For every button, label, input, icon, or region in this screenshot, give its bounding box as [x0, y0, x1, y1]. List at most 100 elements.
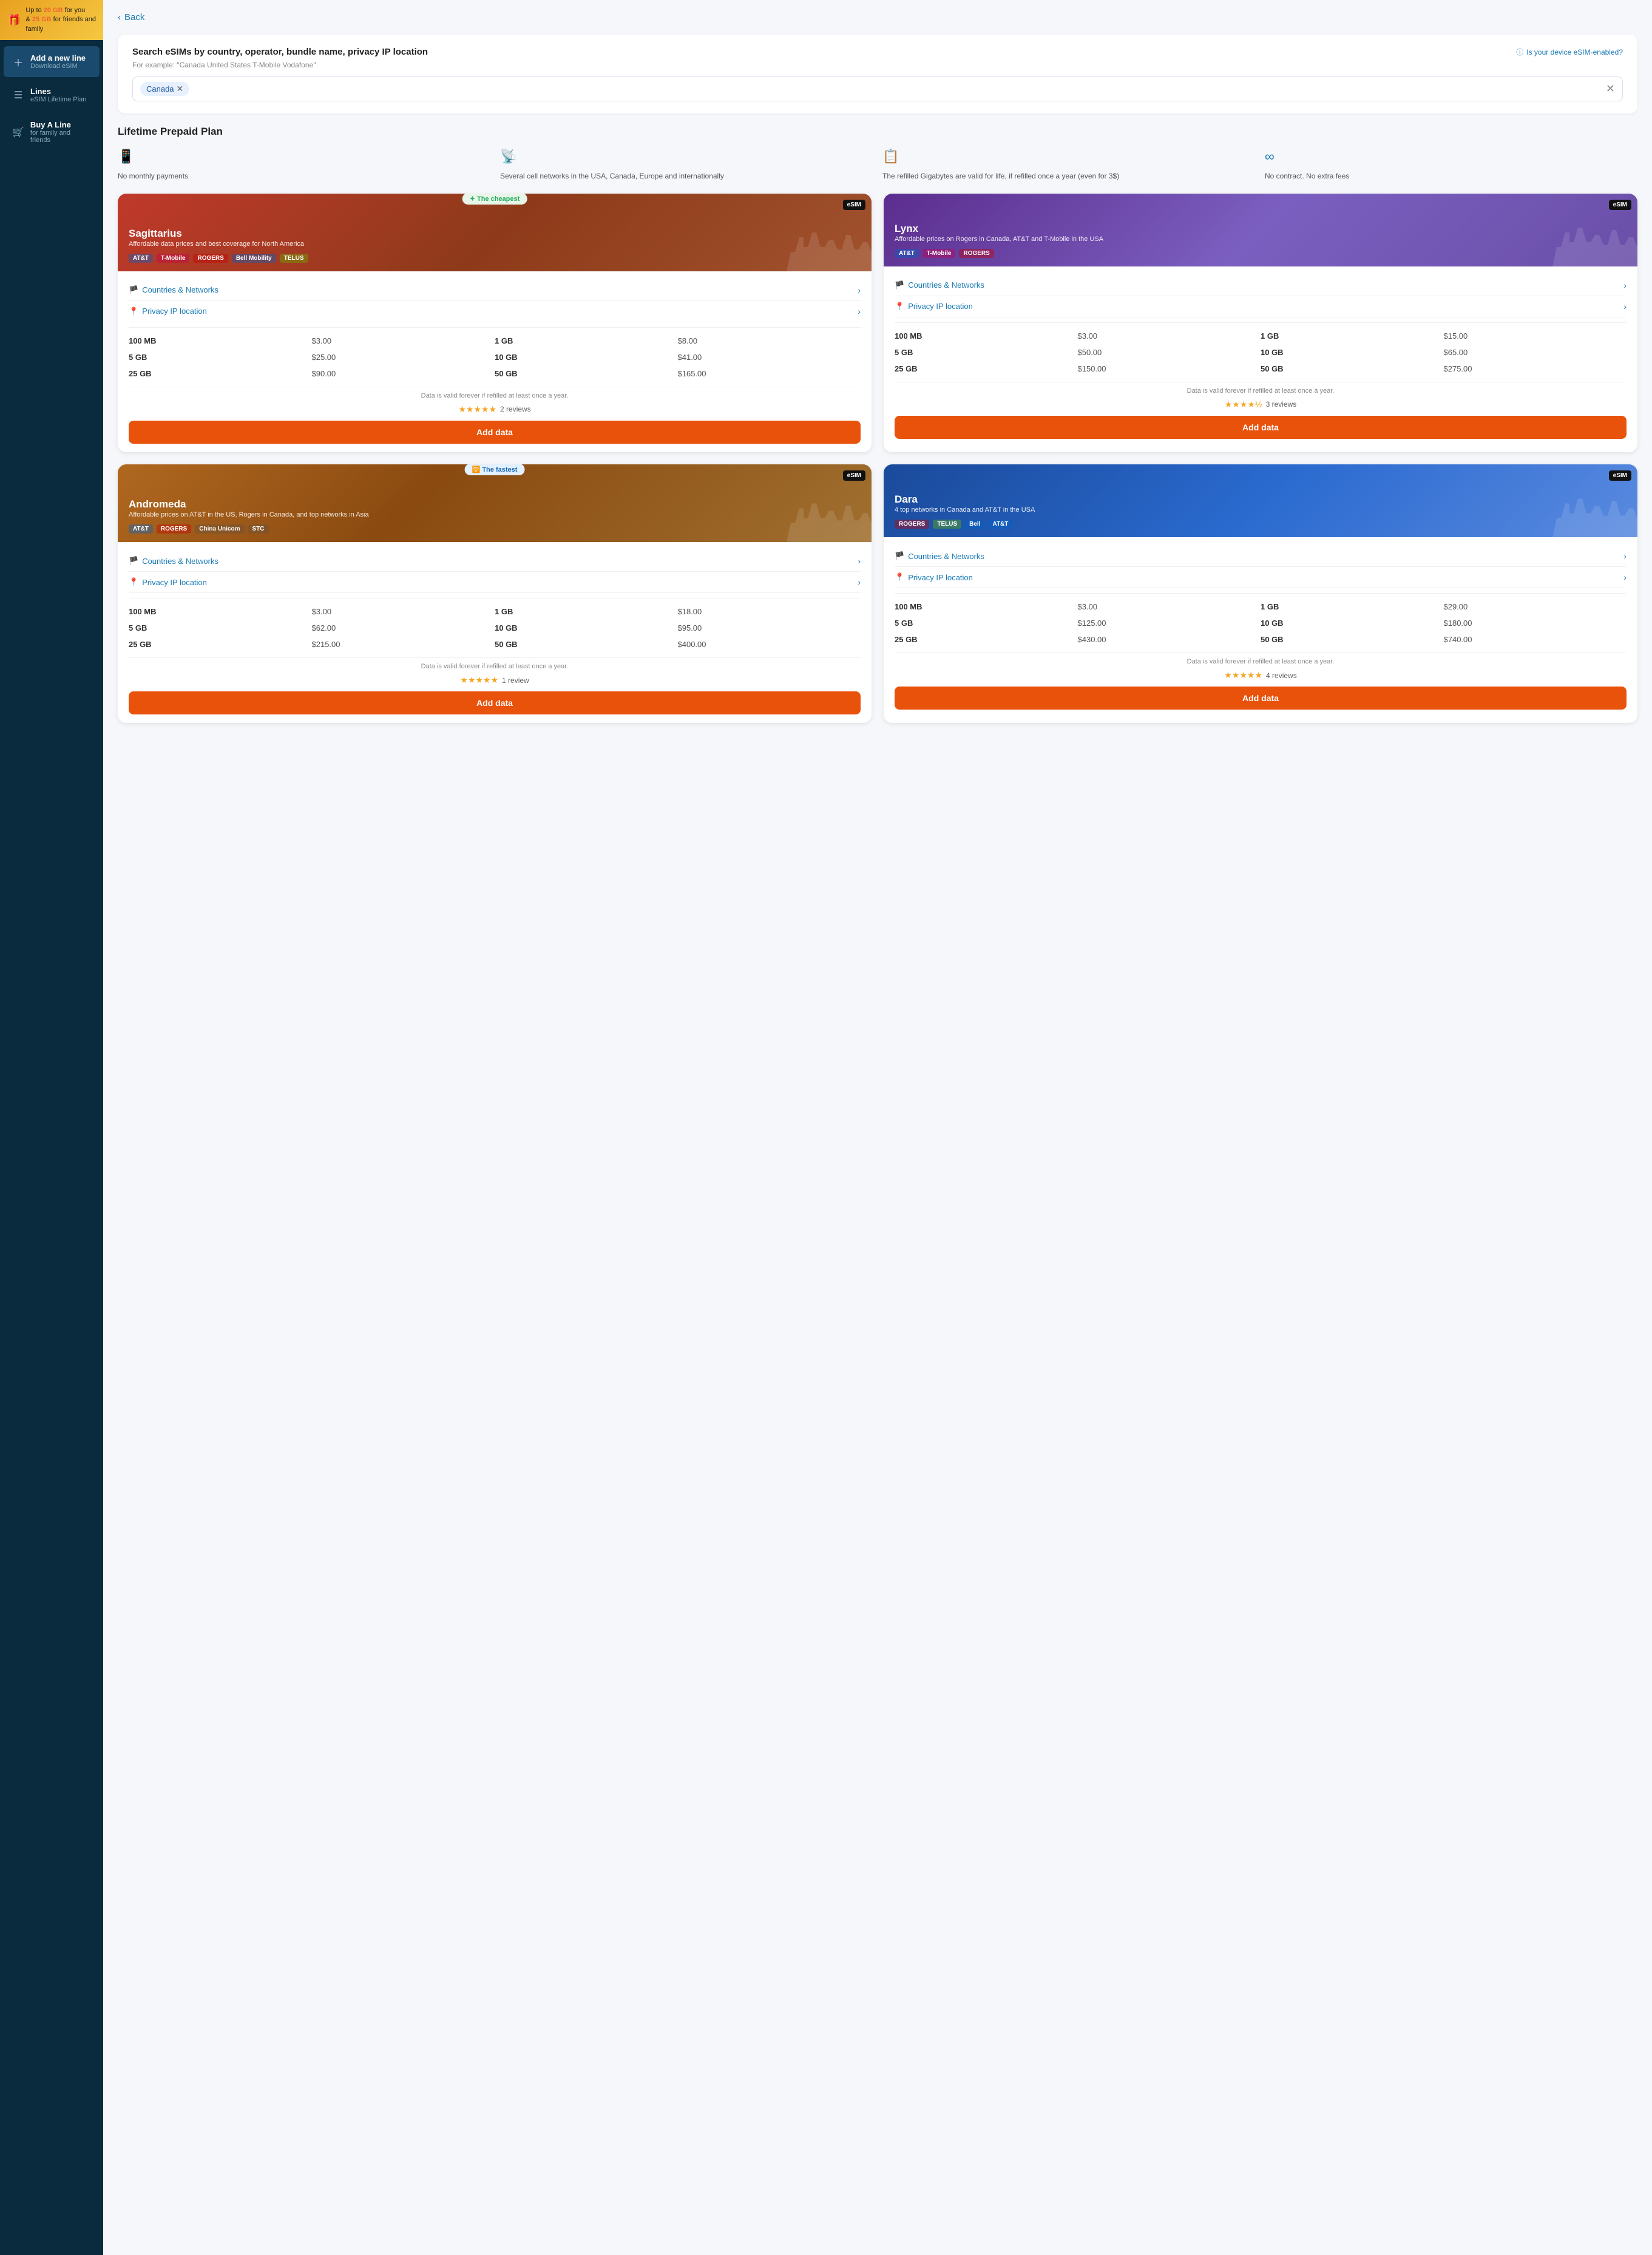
- privacy-ip-link-andromeda[interactable]: 📍 Privacy IP location ›: [129, 572, 861, 593]
- network-att-lynx: AT&T: [895, 249, 919, 258]
- remove-tag-button[interactable]: ✕: [177, 84, 184, 94]
- price-50gb-label-dara: 50 GB: [1261, 632, 1444, 646]
- network-rogers-dara: ROGERS: [895, 520, 929, 529]
- privacy-ip-link-dara[interactable]: 📍 Privacy IP location ›: [895, 567, 1627, 588]
- countries-networks-link-andromeda[interactable]: 🏴 Countries & Networks ›: [129, 551, 861, 572]
- add-data-button-andromeda[interactable]: Add data: [129, 691, 861, 714]
- card-lynx: eSIM Lynx Affordable prices on Rogers in…: [884, 194, 1637, 452]
- doc-icon: 📋: [882, 148, 899, 166]
- search-header: Search eSIMs by country, operator, bundl…: [132, 47, 1623, 57]
- price-25gb-label-dara: 25 GB: [895, 632, 1078, 646]
- card-sagittarius: ✦ The cheapest eSIM Sagittarius Affordab…: [118, 194, 872, 452]
- stars-dara: ★★★★★: [1224, 670, 1262, 680]
- price-10gb-val-dara: $180.00: [1444, 616, 1627, 630]
- card-title-dara: Dara: [895, 493, 1627, 506]
- esim-check-label: Is your device eSIM-enabled?: [1526, 48, 1623, 56]
- sidebar-item-buy-line[interactable]: 🛒 Buy A Line for family and friends: [4, 113, 100, 151]
- validity-sagittarius: Data is valid forever if refilled at lea…: [129, 392, 861, 399]
- features-row: 📱 No monthly payments 📡 Several cell net…: [118, 148, 1637, 181]
- chevron-countries-dara: ›: [1623, 551, 1627, 561]
- card-hero-dara: eSIM Dara 4 top networks in Canada and A…: [884, 464, 1637, 537]
- review-count-sagittarius: 2 reviews: [500, 405, 531, 413]
- price-25gb-val-lynx: $150.00: [1078, 362, 1261, 376]
- location-icon-lynx: 📍: [895, 302, 904, 311]
- price-50gb-val-lynx: $275.00: [1444, 362, 1627, 376]
- stars-row-dara: ★★★★★ 4 reviews: [895, 670, 1627, 680]
- price-5gb-val-andromeda: $62.00: [312, 621, 495, 635]
- card-title-andromeda: Andromeda: [129, 498, 861, 510]
- feature-no-contract: ∞ No contract. No extra fees: [1265, 148, 1637, 181]
- price-50gb-label-lynx: 50 GB: [1261, 362, 1444, 376]
- card-networks-andromeda: AT&T ROGERS China Unicom STC: [129, 524, 861, 534]
- validity-andromeda: Data is valid forever if refilled at lea…: [129, 663, 861, 670]
- price-1gb-label-andromeda: 1 GB: [495, 605, 678, 619]
- sidebar-nav: ＋ Add a new line Download eSIM ☰ Lines e…: [0, 40, 103, 157]
- card-andromeda: 🛜 The fastest eSIM Andromeda Affordable …: [118, 464, 872, 723]
- network-bell: Bell Mobility: [232, 254, 276, 263]
- price-1gb-val-lynx: $15.00: [1444, 329, 1627, 343]
- sidebar-item-lines[interactable]: ☰ Lines eSIM Lifetime Plan: [4, 80, 100, 110]
- countries-label-dara: 🏴 Countries & Networks: [895, 551, 984, 561]
- nav-add-line-sub: Download eSIM: [30, 63, 86, 70]
- back-button[interactable]: ‹ Back: [118, 12, 144, 22]
- chevron-countries-andromeda: ›: [858, 556, 861, 566]
- card-networks-dara: ROGERS TELUS Bell AT&T: [895, 520, 1627, 529]
- chevron-privacy-lynx: ›: [1623, 302, 1627, 311]
- feature-no-monthly: 📱 No monthly payments: [118, 148, 490, 181]
- countries-networks-link-lynx[interactable]: 🏴 Countries & Networks ›: [895, 275, 1627, 296]
- price-10gb-label-lynx: 10 GB: [1261, 345, 1444, 359]
- price-1gb-label-dara: 1 GB: [1261, 600, 1444, 614]
- chevron-privacy-andromeda: ›: [858, 577, 861, 587]
- pricing-grid-lynx: 100 MB $3.00 1 GB $15.00 5 GB $50.00 10 …: [895, 329, 1627, 376]
- search-title: Search eSIMs by country, operator, bundl…: [132, 47, 428, 57]
- network-bell-dara: Bell: [965, 520, 984, 529]
- card-body-dara: 🏴 Countries & Networks › 📍 Privacy IP lo…: [884, 537, 1637, 718]
- network-att-dara: AT&T: [988, 520, 1012, 529]
- privacy-ip-link-sagittarius[interactable]: 📍 Privacy IP location ›: [129, 301, 861, 322]
- chevron-countries-lynx: ›: [1623, 280, 1627, 290]
- nav-add-line-title: Add a new line: [30, 53, 86, 63]
- phone-icon: 📱: [118, 148, 134, 166]
- info-icon: ⓘ: [1516, 47, 1523, 57]
- search-input[interactable]: [194, 84, 1601, 93]
- back-label: Back: [124, 12, 144, 22]
- price-10gb-label-dara: 10 GB: [1261, 616, 1444, 630]
- privacy-ip-link-lynx[interactable]: 📍 Privacy IP location ›: [895, 296, 1627, 317]
- search-input-wrap[interactable]: Canada ✕ ✕: [132, 76, 1623, 101]
- nav-lines-sub: eSIM Lifetime Plan: [30, 96, 86, 103]
- card-body-lynx: 🏴 Countries & Networks › 📍 Privacy IP lo…: [884, 266, 1637, 447]
- feature-no-monthly-text: No monthly payments: [118, 171, 188, 181]
- promo-text: Up to 20 GB for you& 25 GB for friends a…: [25, 6, 96, 34]
- add-data-button-dara[interactable]: Add data: [895, 687, 1627, 710]
- price-25gb-val-dara: $430.00: [1078, 632, 1261, 646]
- review-count-lynx: 3 reviews: [1266, 400, 1297, 409]
- price-25gb-val-andromeda: $215.00: [312, 637, 495, 651]
- countries-networks-link-dara[interactable]: 🏴 Countries & Networks ›: [895, 546, 1627, 567]
- stars-sagittarius: ★★★★★: [458, 404, 496, 415]
- network-rogers-lynx: ROGERS: [959, 249, 994, 258]
- network-tmobile: T-Mobile: [157, 254, 190, 263]
- card-title-sagittarius: Sagittarius: [129, 228, 861, 240]
- plus-icon: ＋: [12, 55, 24, 69]
- network-tmobile-lynx: T-Mobile: [922, 249, 956, 258]
- card-body-sagittarius: 🏴 Countries & Networks › 📍 Privacy IP lo…: [118, 271, 872, 452]
- fastest-badge-label: 🛜 The fastest: [472, 466, 518, 473]
- esim-check-link[interactable]: ⓘ Is your device eSIM-enabled?: [1516, 47, 1623, 57]
- countries-networks-link-sagittarius[interactable]: 🏴 Countries & Networks ›: [129, 280, 861, 301]
- network-att-andromeda: AT&T: [129, 524, 153, 534]
- chevron-privacy-dara: ›: [1623, 572, 1627, 582]
- price-100mb-val-dara: $3.00: [1078, 600, 1261, 614]
- card-hero-lynx: eSIM Lynx Affordable prices on Rogers in…: [884, 194, 1637, 266]
- main-content: ‹ Back Search eSIMs by country, operator…: [103, 0, 1652, 2255]
- countries-label-andromeda: 🏴 Countries & Networks: [129, 556, 218, 566]
- clear-search-button[interactable]: ✕: [1606, 83, 1615, 95]
- esim-badge-sagittarius: eSIM: [843, 200, 865, 210]
- chevron-icon-privacy: ›: [858, 307, 861, 316]
- location-icon: 📍: [129, 307, 138, 316]
- review-count-dara: 4 reviews: [1266, 671, 1297, 680]
- add-data-button-lynx[interactable]: Add data: [895, 416, 1627, 439]
- card-networks-sagittarius: AT&T T-Mobile ROGERS Bell Mobility TELUS: [129, 254, 861, 263]
- add-data-button-sagittarius[interactable]: Add data: [129, 421, 861, 444]
- sidebar-item-add-line[interactable]: ＋ Add a new line Download eSIM: [4, 46, 100, 77]
- card-networks-lynx: AT&T T-Mobile ROGERS: [895, 249, 1627, 258]
